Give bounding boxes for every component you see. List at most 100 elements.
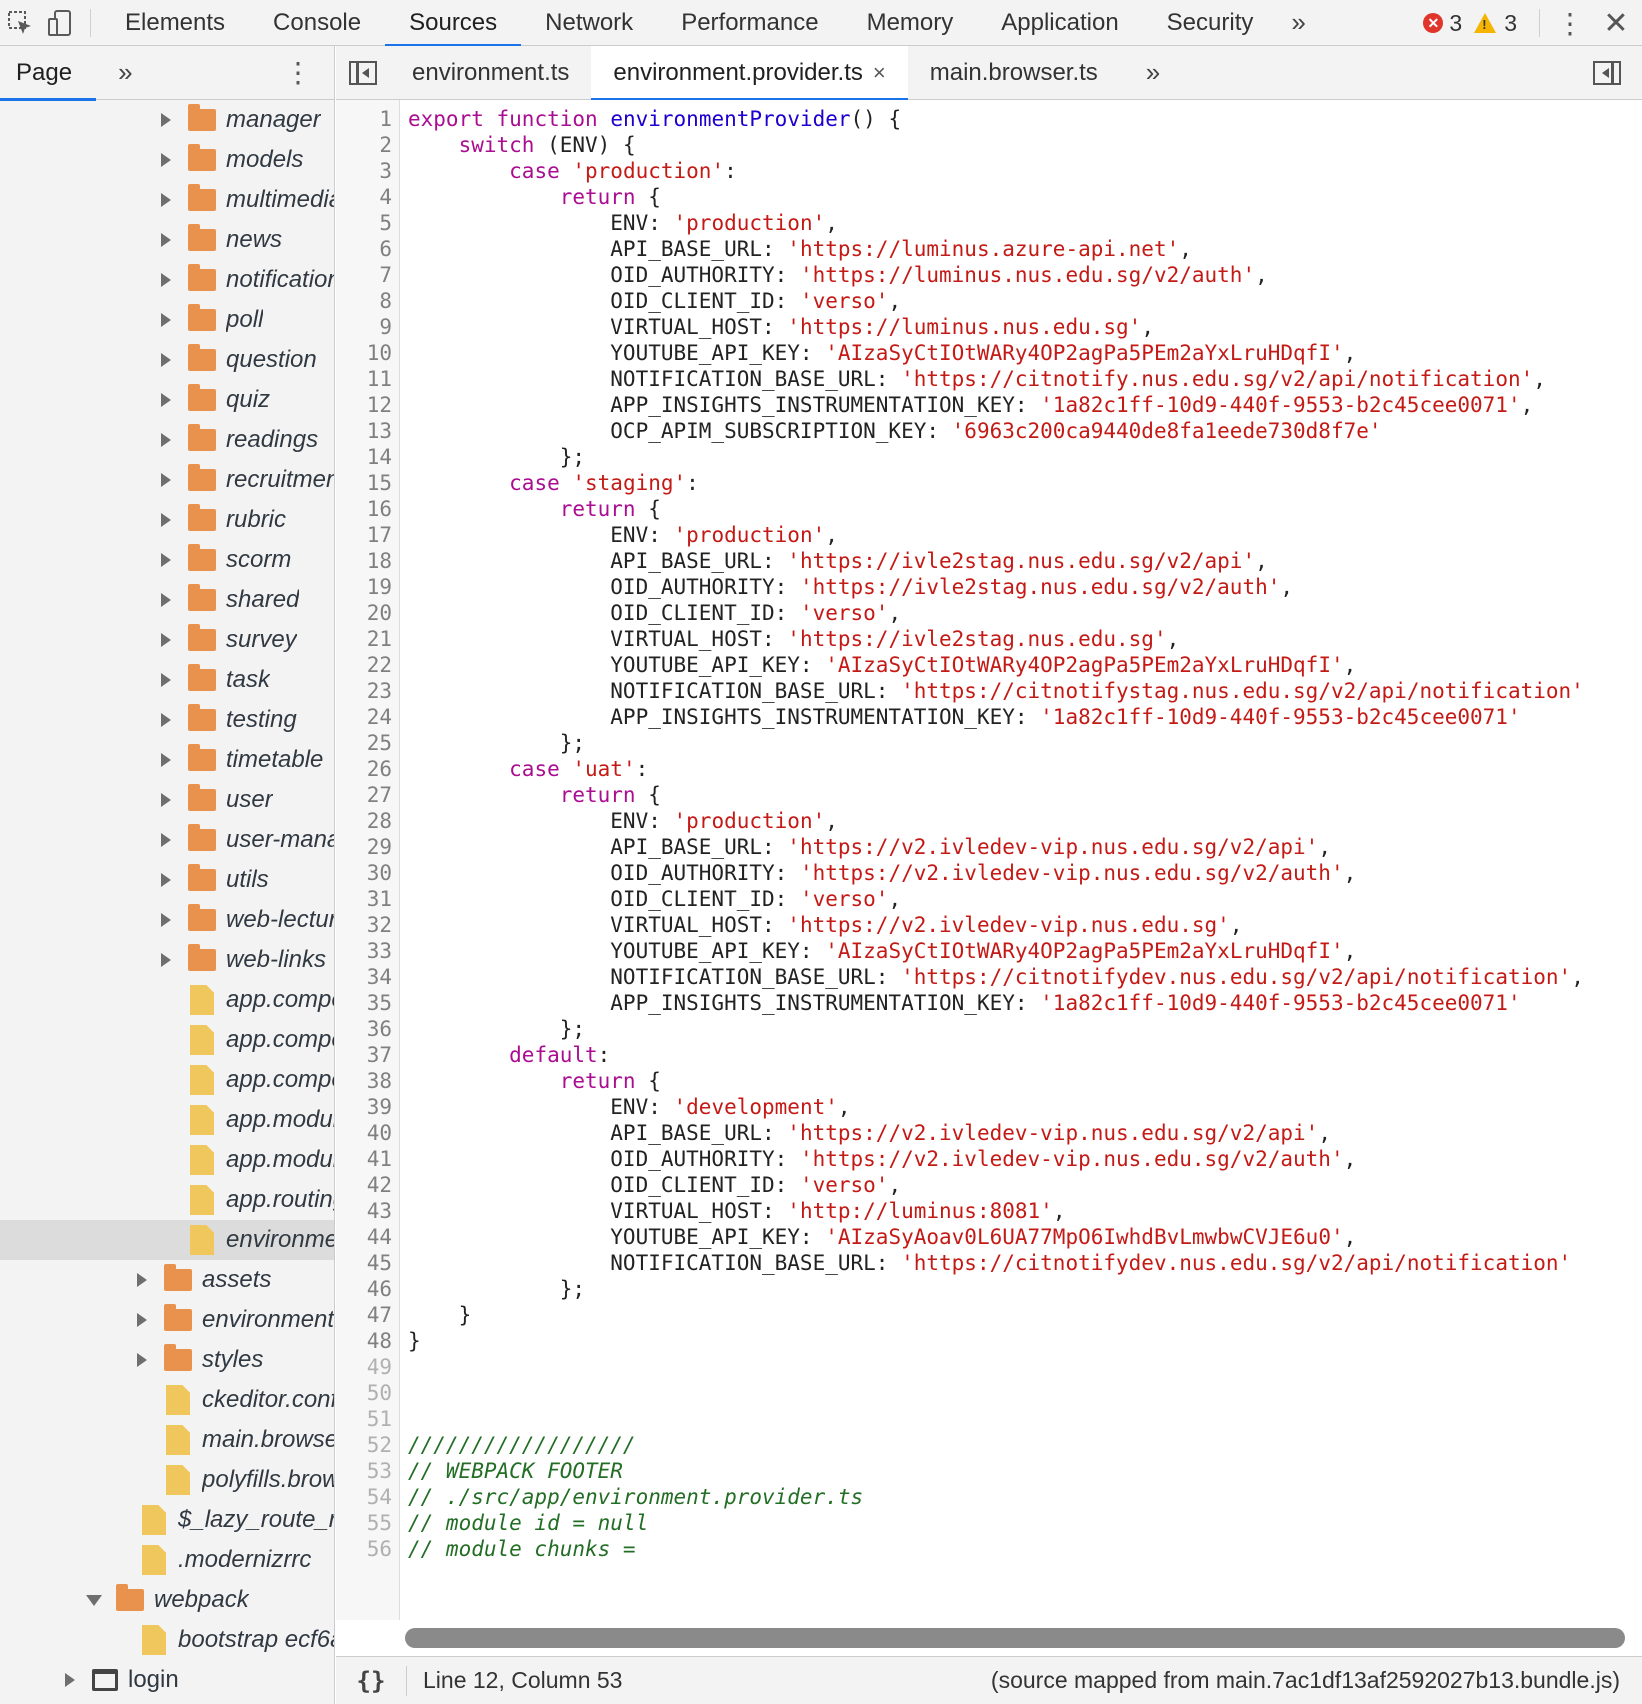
tree-folder[interactable]: utils (0, 860, 334, 900)
tree-file[interactable]: app.routing.ts (0, 1180, 334, 1220)
line-number[interactable]: 38 (336, 1068, 392, 1094)
source-mapped-link[interactable]: (source mapped from main.7ac1df13af25920… (991, 1667, 1620, 1694)
tree-file[interactable]: .modernizrrc (0, 1540, 334, 1580)
line-number[interactable]: 6 (336, 236, 392, 262)
line-number[interactable]: 2 (336, 132, 392, 158)
tree-folder[interactable]: shared (0, 580, 334, 620)
line-number[interactable]: 23 (336, 678, 392, 704)
collapsed-triangle-icon[interactable] (161, 673, 171, 687)
line-number[interactable]: 29 (336, 834, 392, 860)
horizontal-scrollbar[interactable] (405, 1628, 1625, 1648)
line-number[interactable]: 5 (336, 210, 392, 236)
pretty-print-button[interactable]: {} (336, 1667, 406, 1695)
line-number[interactable]: 11 (336, 366, 392, 392)
tree-folder[interactable]: multimedia (0, 180, 334, 220)
line-number[interactable]: 27 (336, 782, 392, 808)
line-number[interactable]: 19 (336, 574, 392, 600)
tree-folder[interactable]: rubric (0, 500, 334, 540)
collapsed-triangle-icon[interactable] (161, 393, 171, 407)
collapsed-triangle-icon[interactable] (161, 833, 171, 847)
collapsed-triangle-icon[interactable] (161, 913, 171, 927)
collapsed-triangle-icon[interactable] (161, 113, 171, 127)
line-number[interactable]: 54 (336, 1484, 392, 1510)
line-number[interactable]: 41 (336, 1146, 392, 1172)
line-number[interactable]: 30 (336, 860, 392, 886)
line-number[interactable]: 49 (336, 1354, 392, 1380)
line-number[interactable]: 26 (336, 756, 392, 782)
line-number[interactable]: 8 (336, 288, 392, 314)
navigator-more-tabs-button[interactable]: » (118, 57, 132, 88)
toggle-debugger-button[interactable] (1580, 46, 1634, 100)
tree-folder[interactable]: question (0, 340, 334, 380)
collapsed-triangle-icon[interactable] (161, 553, 171, 567)
line-number[interactable]: 25 (336, 730, 392, 756)
file-tab[interactable]: environment.ts (390, 46, 591, 100)
line-number[interactable]: 56 (336, 1536, 392, 1562)
line-number[interactable]: 33 (336, 938, 392, 964)
line-number[interactable]: 31 (336, 886, 392, 912)
line-number[interactable]: 7 (336, 262, 392, 288)
line-number[interactable]: 13 (336, 418, 392, 444)
tree-file[interactable]: $_lazy_route_resource (0, 1500, 334, 1540)
line-number[interactable]: 53 (336, 1458, 392, 1484)
line-number[interactable]: 21 (336, 626, 392, 652)
line-number[interactable]: 17 (336, 522, 392, 548)
line-number[interactable]: 37 (336, 1042, 392, 1068)
collapsed-triangle-icon[interactable] (161, 953, 171, 967)
expanded-triangle-icon[interactable] (86, 1594, 102, 1606)
collapsed-triangle-icon[interactable] (161, 273, 171, 287)
line-number[interactable]: 48 (336, 1328, 392, 1354)
toggle-navigator-button[interactable] (336, 46, 390, 100)
line-number[interactable]: 22 (336, 652, 392, 678)
tree-folder[interactable]: recruitment (0, 460, 334, 500)
collapsed-triangle-icon[interactable] (161, 153, 171, 167)
collapsed-triangle-icon[interactable] (137, 1353, 147, 1367)
collapsed-triangle-icon[interactable] (161, 473, 171, 487)
tree-folder[interactable]: testing (0, 700, 334, 740)
more-panels-button[interactable]: » (1277, 0, 1319, 46)
collapsed-triangle-icon[interactable] (161, 753, 171, 767)
file-tab[interactable]: main.browser.ts (908, 46, 1120, 100)
tab-page[interactable]: Page (0, 46, 97, 101)
line-number[interactable]: 47 (336, 1302, 392, 1328)
tree-file[interactable]: ckeditor.config.js (0, 1380, 334, 1420)
customize-menu-icon[interactable]: ⋮ (1550, 7, 1590, 40)
collapsed-triangle-icon[interactable] (161, 793, 171, 807)
tree-file[interactable]: app.component.html (0, 980, 334, 1020)
more-file-tabs-button[interactable]: » (1146, 57, 1160, 88)
line-number[interactable]: 42 (336, 1172, 392, 1198)
line-number[interactable]: 43 (336, 1198, 392, 1224)
warning-badge[interactable]: ! 3 (1474, 10, 1517, 37)
line-number[interactable]: 14 (336, 444, 392, 470)
collapsed-triangle-icon[interactable] (161, 433, 171, 447)
tree-folder[interactable]: timetable (0, 740, 334, 780)
tree-frame[interactable]: login (0, 1660, 334, 1700)
tree-folder[interactable]: user-manager (0, 820, 334, 860)
line-number[interactable]: 16 (336, 496, 392, 522)
line-number[interactable]: 34 (336, 964, 392, 990)
collapsed-triangle-icon[interactable] (161, 313, 171, 327)
tree-file[interactable]: app.module.ngfactory.js (0, 1100, 334, 1140)
collapsed-triangle-icon[interactable] (161, 193, 171, 207)
tree-folder[interactable]: survey (0, 620, 334, 660)
error-badge[interactable]: ✕ 3 (1423, 10, 1462, 37)
line-number[interactable]: 24 (336, 704, 392, 730)
tree-folder[interactable]: quiz (0, 380, 334, 420)
collapsed-triangle-icon[interactable] (65, 1673, 75, 1687)
collapsed-triangle-icon[interactable] (161, 593, 171, 607)
close-tab-icon[interactable]: × (873, 60, 886, 86)
tree-file[interactable]: app.module.ts (0, 1140, 334, 1180)
tree-folder[interactable]: webpack (0, 1580, 334, 1620)
tree-folder[interactable]: models (0, 140, 334, 180)
tree-file[interactable]: main.browser.ts (0, 1420, 334, 1460)
line-number[interactable]: 15 (336, 470, 392, 496)
tree-file[interactable]: bootstrap ecf6a3e (0, 1620, 334, 1660)
collapsed-triangle-icon[interactable] (161, 713, 171, 727)
line-number[interactable]: 9 (336, 314, 392, 340)
code-editor[interactable]: 1 export function environmentProvider() {… (336, 100, 1642, 1620)
line-number[interactable]: 32 (336, 912, 392, 938)
tree-folder[interactable]: environments (0, 1300, 334, 1340)
close-devtools-icon[interactable]: ✕ (1590, 6, 1642, 41)
tree-folder[interactable]: styles (0, 1340, 334, 1380)
tab-performance[interactable]: Performance (657, 0, 842, 46)
